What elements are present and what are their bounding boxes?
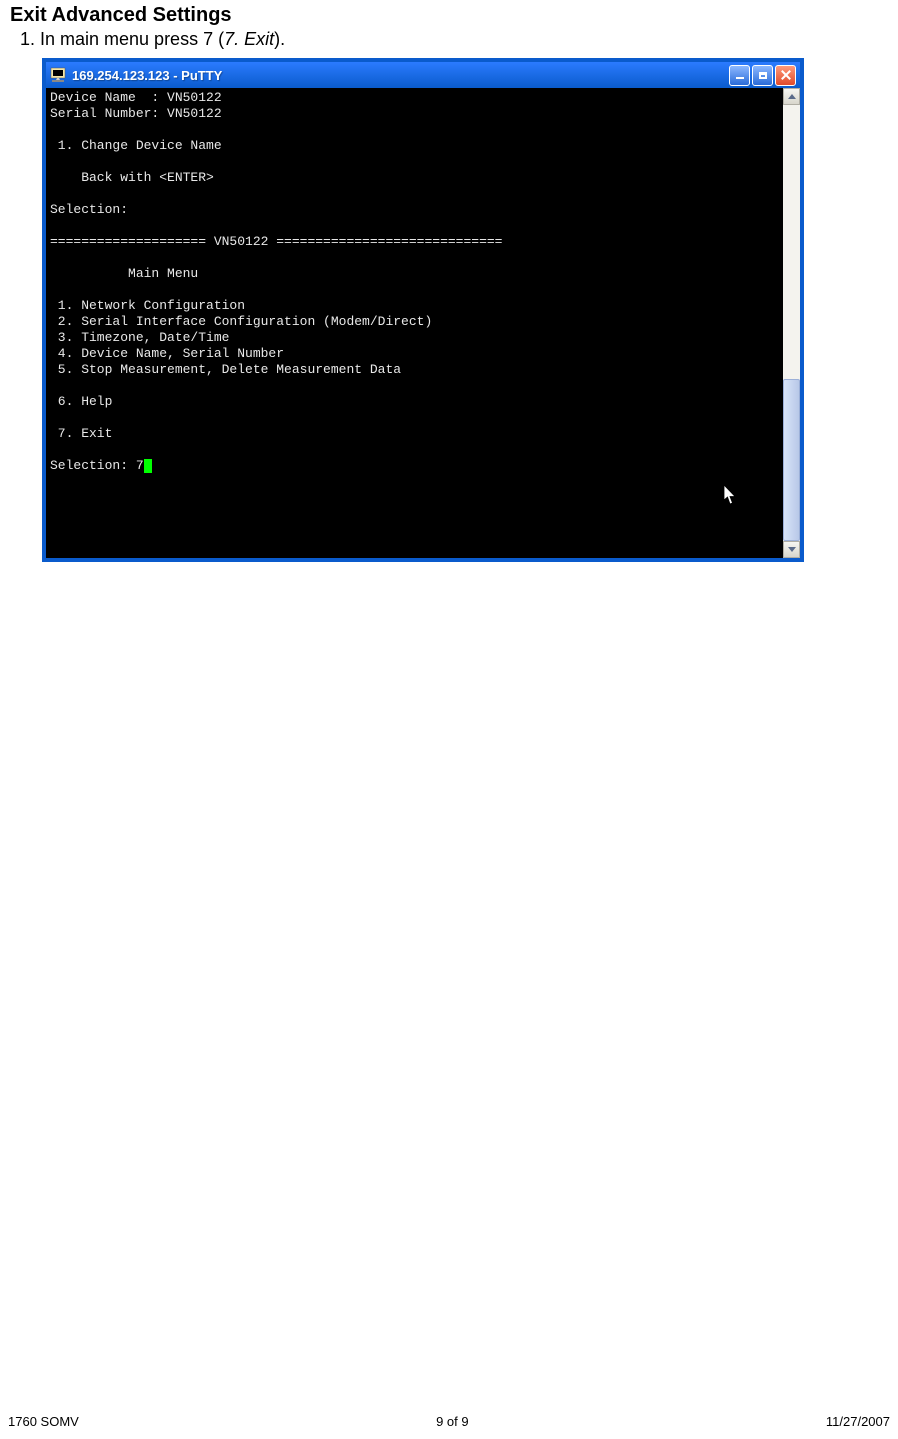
terminal-output[interactable]: Device Name : VN50122 Serial Number: VN5… [46, 88, 783, 558]
scroll-up-button[interactable] [783, 88, 800, 105]
window-title: 169.254.123.123 - PuTTY [72, 68, 729, 83]
scroll-thumb[interactable] [783, 379, 800, 541]
scrollbar[interactable] [783, 88, 800, 558]
putty-window: 169.254.123.123 - PuTTY Device Name : VN… [42, 58, 804, 562]
titlebar[interactable]: 169.254.123.123 - PuTTY [46, 62, 800, 88]
close-icon [780, 69, 792, 81]
footer-left: 1760 SOMV [8, 1414, 79, 1429]
maximize-button[interactable] [752, 65, 773, 86]
step-text-post: ). [274, 29, 285, 49]
page-footer: 1760 SOMV 9 of 9 11/27/2007 [0, 1414, 898, 1429]
section-heading: Exit Advanced Settings [10, 4, 888, 27]
mouse-pointer-icon [723, 484, 739, 510]
scroll-down-button[interactable] [783, 541, 800, 558]
scroll-track[interactable] [783, 105, 800, 541]
minimize-button[interactable] [729, 65, 750, 86]
window-controls [729, 65, 796, 86]
selection-value: 7 [136, 458, 144, 473]
minimize-icon [736, 77, 744, 79]
instruction-step-1: In main menu press 7 (7. Exit). [40, 29, 888, 50]
maximize-icon [759, 72, 767, 79]
footer-right: 11/27/2007 [826, 1414, 890, 1429]
putty-app-icon [50, 67, 66, 83]
instruction-list: In main menu press 7 (7. Exit). [10, 29, 888, 50]
footer-center: 9 of 9 [436, 1414, 469, 1429]
terminal-cursor [144, 459, 152, 473]
step-text-pre: In main menu press 7 ( [40, 29, 224, 49]
arrow-up-icon [788, 94, 796, 99]
selection-line: Selection: 7 [50, 458, 152, 473]
step-text-italic: 7. Exit [224, 29, 274, 49]
close-button[interactable] [775, 65, 796, 86]
terminal-area: Device Name : VN50122 Serial Number: VN5… [46, 88, 800, 558]
arrow-down-icon [788, 547, 796, 552]
selection-prompt: Selection: [50, 458, 136, 473]
